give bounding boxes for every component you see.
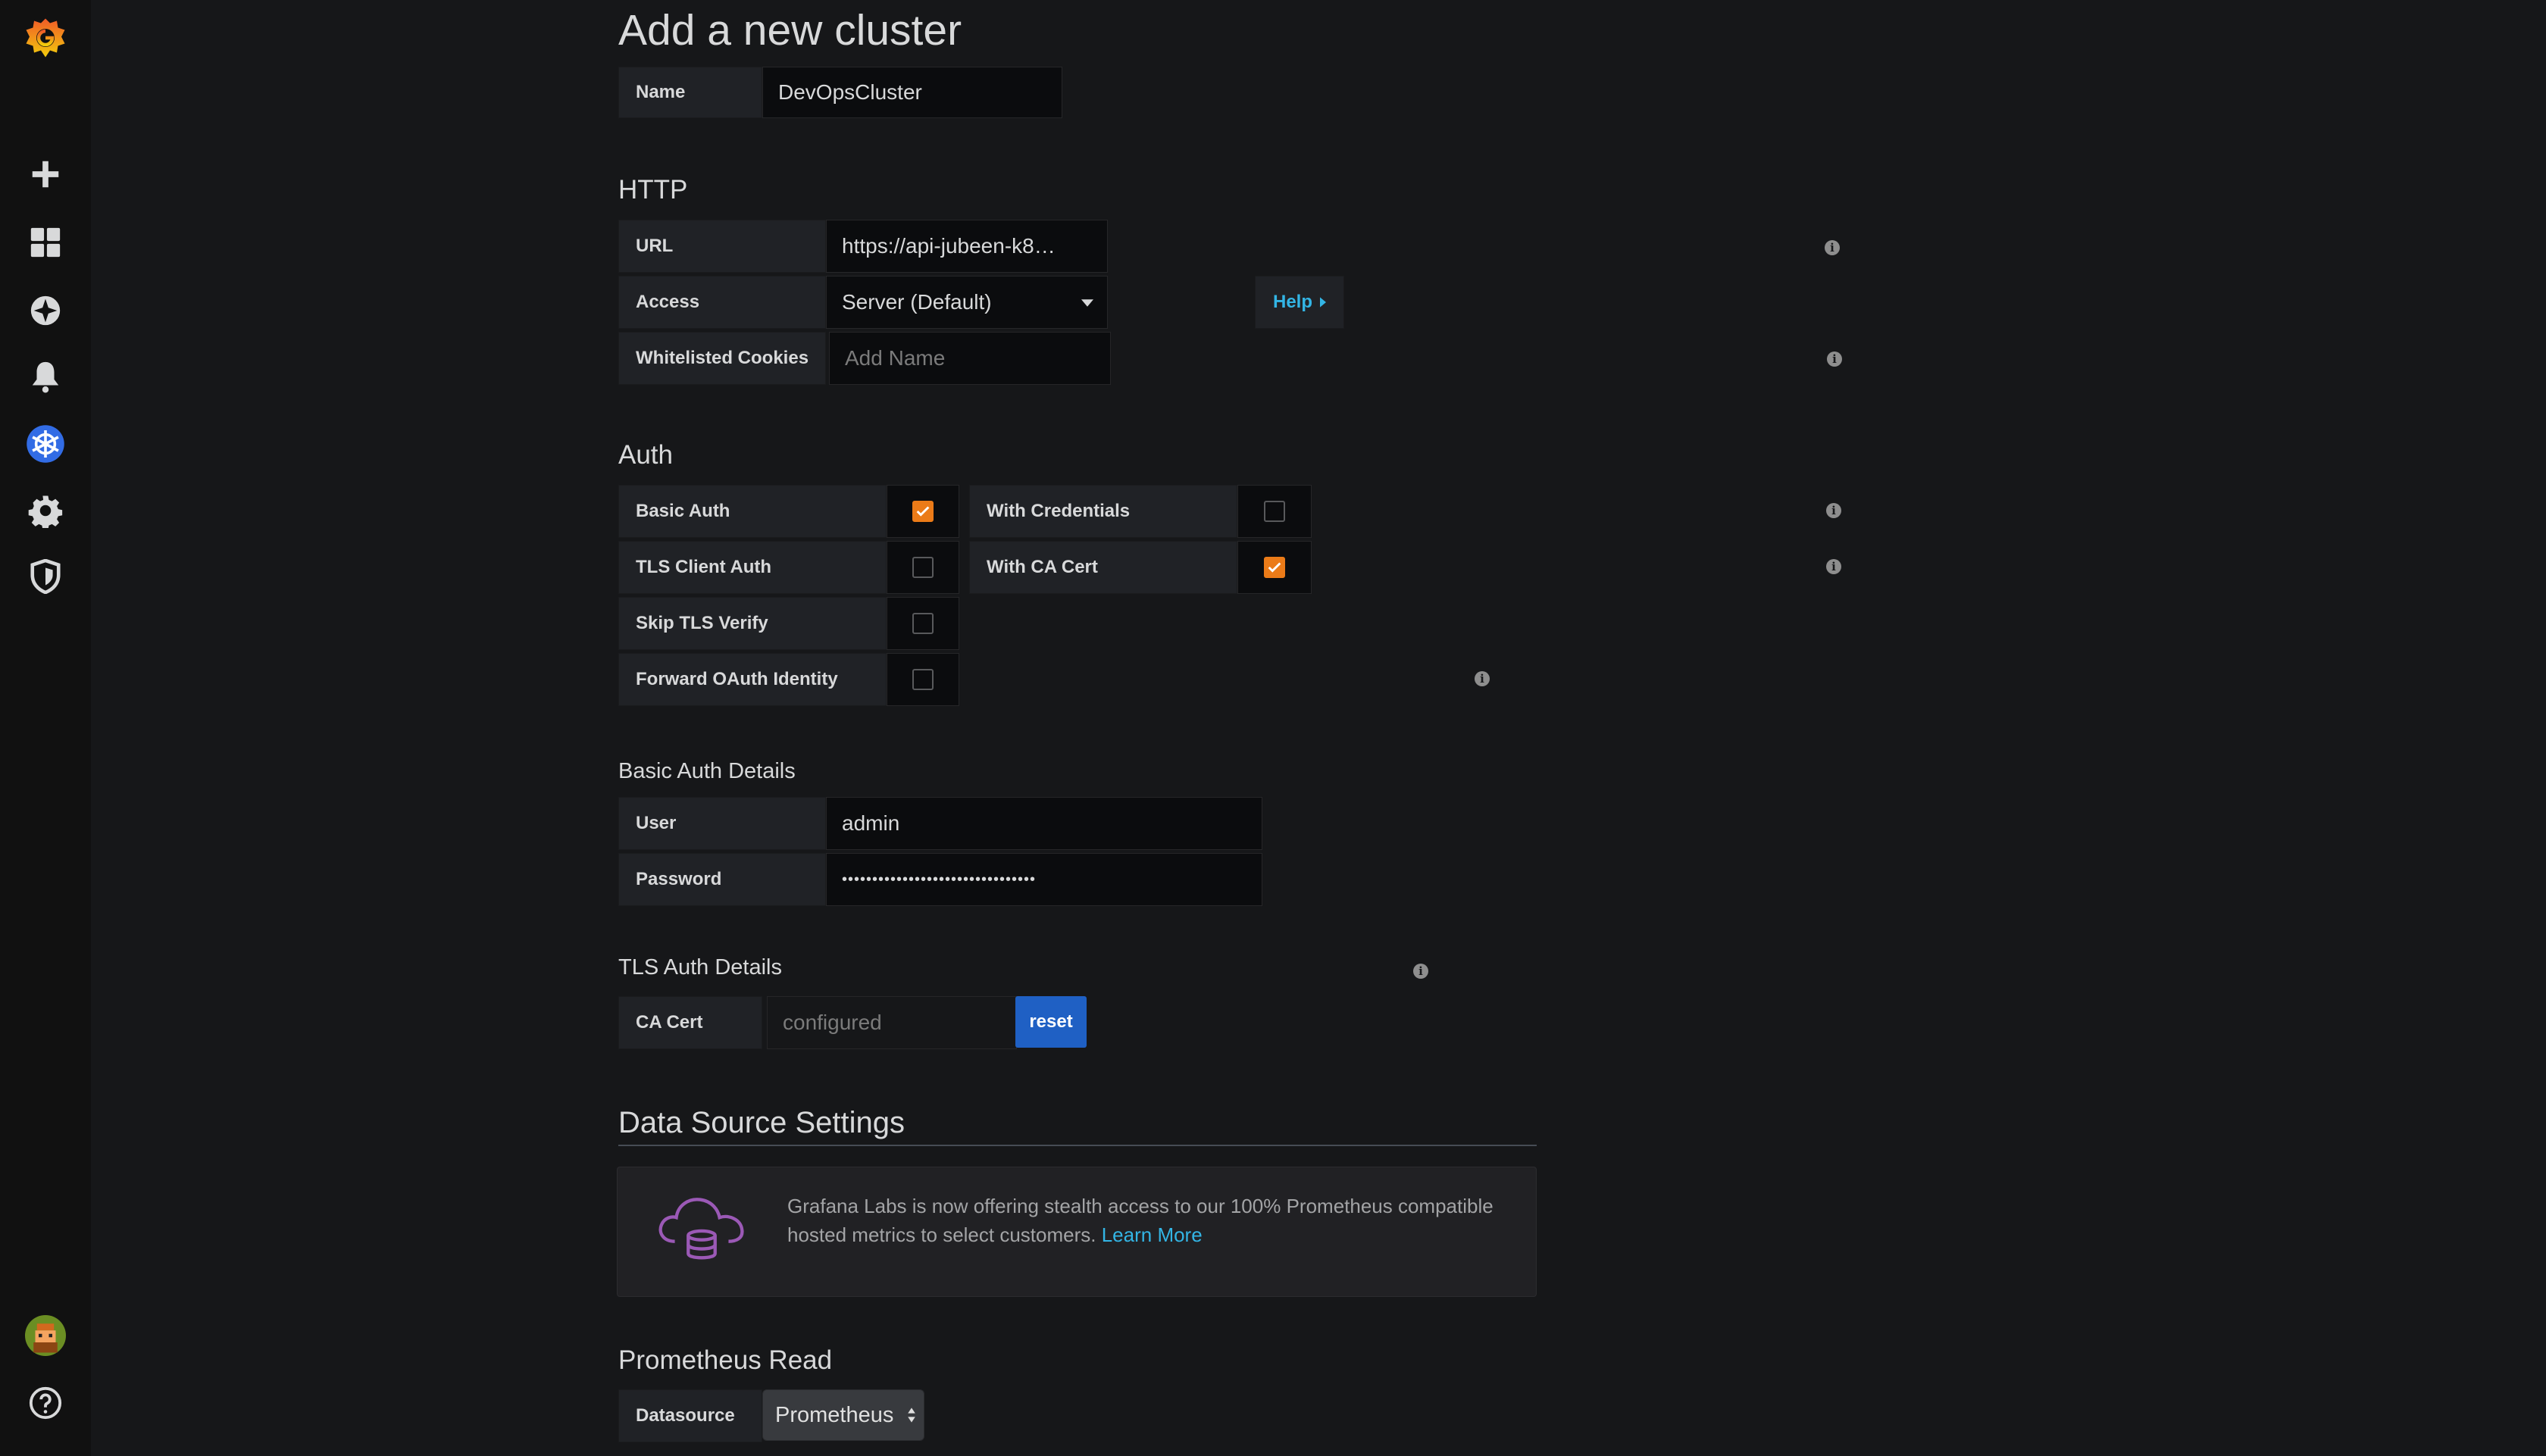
data-source-settings-heading: Data Source Settings: [618, 1106, 905, 1139]
datasource-select[interactable]: Prometheus: [762, 1389, 924, 1441]
with-ca-cert-checkbox-cell: [1237, 541, 1312, 594]
skip-tls-verify-checkbox[interactable]: [912, 613, 934, 634]
user-input[interactable]: admin: [826, 797, 1262, 850]
with-ca-cert-checkbox[interactable]: [1264, 557, 1285, 578]
prometheus-read-heading: Prometheus Read: [618, 1345, 833, 1375]
access-select[interactable]: Server (Default): [826, 276, 1108, 329]
plus-icon[interactable]: [23, 152, 68, 197]
forward-oauth-checkbox[interactable]: [912, 669, 934, 690]
ca-cert-label: CA Cert: [618, 996, 762, 1049]
user-label: User: [618, 797, 826, 850]
password-input[interactable]: ••••••••••••••••••••••••••••••••: [826, 853, 1262, 906]
with-ca-cert-info-icon[interactable]: i: [1826, 559, 1841, 574]
promo-banner: Grafana Labs is now offering stealth acc…: [617, 1167, 1537, 1297]
tls-client-auth-checkbox-cell: [887, 541, 959, 594]
cloud-database-icon: [658, 1198, 744, 1260]
dashboards-icon[interactable]: [23, 220, 68, 265]
forward-oauth-info-icon[interactable]: i: [1475, 671, 1490, 686]
url-label: URL: [618, 220, 826, 273]
whitelisted-cookies-input[interactable]: Add Name: [829, 332, 1111, 385]
section-divider: [618, 1145, 1537, 1146]
alerting-bell-icon[interactable]: [23, 354, 68, 399]
skip-tls-verify-checkbox-cell: [887, 597, 959, 650]
help-icon[interactable]: [23, 1380, 68, 1426]
updown-arrows-icon: [908, 1408, 915, 1423]
checkmark-icon: [916, 506, 930, 517]
skip-tls-verify-label: Skip TLS Verify: [618, 597, 887, 650]
password-label: Password: [618, 853, 826, 906]
with-credentials-label: With Credentials: [969, 485, 1237, 538]
http-heading: HTTP: [618, 175, 688, 205]
basic-auth-details-heading: Basic Auth Details: [618, 759, 796, 783]
help-label: Help: [1272, 292, 1312, 312]
basic-auth-checkbox[interactable]: [912, 501, 934, 522]
forward-oauth-checkbox-cell: [887, 653, 959, 706]
basic-auth-checkbox-cell: [887, 485, 959, 538]
caret-right-icon: [1320, 297, 1326, 308]
with-ca-cert-label: With CA Cert: [969, 541, 1237, 594]
learn-more-link[interactable]: Learn More: [1102, 1223, 1203, 1246]
with-credentials-checkbox-cell: [1237, 485, 1312, 538]
url-info-icon[interactable]: i: [1825, 240, 1840, 255]
tls-client-auth-label: TLS Client Auth: [618, 541, 887, 594]
url-value: https://api-jubeen-k8s-local-hg5r4s-1...: [842, 234, 1062, 258]
grafana-logo-icon[interactable]: [23, 15, 68, 61]
with-credentials-checkbox[interactable]: [1264, 501, 1285, 522]
checkmark-icon: [1268, 562, 1281, 573]
tls-auth-details-heading: TLS Auth Details: [618, 955, 782, 980]
whitelisted-cookies-label: Whitelisted Cookies: [618, 332, 826, 385]
forward-oauth-label: Forward OAuth Identity: [618, 653, 887, 706]
auth-heading: Auth: [618, 440, 673, 470]
help-button[interactable]: Help: [1255, 276, 1344, 329]
gear-icon[interactable]: [23, 488, 68, 533]
caret-down-icon: [1081, 299, 1093, 307]
kubernetes-icon[interactable]: [23, 421, 68, 467]
name-input[interactable]: DevOpsCluster: [762, 67, 1062, 118]
sidebar: [0, 0, 91, 1456]
access-value: Server (Default): [842, 290, 992, 314]
promo-text: Grafana Labs is now offering stealth acc…: [787, 1192, 1515, 1249]
datasource-value: Prometheus: [775, 1402, 894, 1427]
tls-client-auth-checkbox[interactable]: [912, 557, 934, 578]
shield-icon[interactable]: [23, 554, 68, 599]
datasource-label: Datasource: [618, 1389, 762, 1442]
ca-cert-input[interactable]: configured: [767, 996, 1017, 1049]
reset-button[interactable]: reset: [1015, 996, 1087, 1048]
tls-auth-info-icon[interactable]: i: [1413, 964, 1428, 979]
user-avatar[interactable]: [23, 1313, 68, 1358]
name-label: Name: [618, 67, 762, 118]
url-input[interactable]: https://api-jubeen-k8s-local-hg5r4s-1...: [826, 220, 1108, 273]
explore-icon[interactable]: [23, 288, 68, 333]
basic-auth-label: Basic Auth: [618, 485, 887, 538]
page-title: Add a new cluster: [618, 6, 962, 55]
with-credentials-info-icon[interactable]: i: [1826, 503, 1841, 518]
access-label: Access: [618, 276, 826, 329]
cookies-info-icon[interactable]: i: [1827, 352, 1842, 367]
